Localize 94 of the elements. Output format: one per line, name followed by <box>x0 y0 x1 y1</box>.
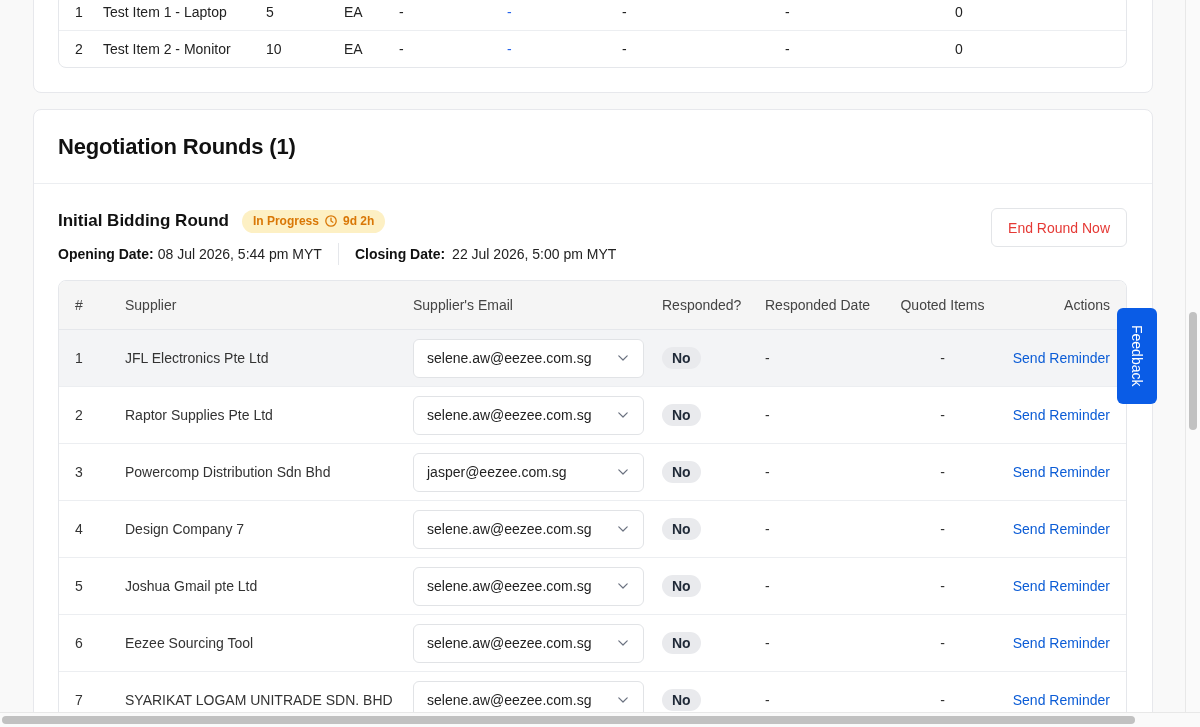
scrollbar-thumb[interactable] <box>1189 312 1197 430</box>
response-tag: No <box>662 575 701 597</box>
table-cell: 5 <box>266 4 274 20</box>
table-cell: Powercomp Distribution Sdn Bhd <box>125 464 331 480</box>
chevron-down-icon <box>618 583 628 589</box>
response-tag: No <box>662 689 701 711</box>
table-cell: Design Company 7 <box>125 521 245 537</box>
table-cell: 3 <box>75 464 83 480</box>
table-cell: Raptor Supplies Pte Ltd <box>125 407 273 423</box>
table-cell: - <box>940 578 945 594</box>
table-cell: - <box>765 692 770 708</box>
table-cell: EA <box>344 41 363 57</box>
closing-date-label: Closing Date: <box>354 246 446 262</box>
response-tag: No <box>662 347 701 369</box>
email-select[interactable]: selene.aw@eezee.com.sg <box>413 338 644 378</box>
column-header: Responded? <box>662 297 742 313</box>
table-cell: Joshua Gmail pte Ltd <box>125 578 258 594</box>
table-cell: - <box>940 350 945 366</box>
table-cell: - <box>765 464 770 480</box>
chevron-down-icon <box>618 697 628 703</box>
table-link[interactable]: - <box>507 4 512 20</box>
send-reminder-link[interactable]: Send Reminder <box>1012 521 1110 537</box>
table-cell: 2 <box>75 407 83 423</box>
chevron-down-icon <box>618 526 628 532</box>
clock-icon <box>324 215 337 227</box>
table-cell: Test Item 2 - Monitor <box>103 41 231 57</box>
table-cell: 2 <box>75 41 83 57</box>
response-tag: No <box>662 632 701 654</box>
table-cell: - <box>765 635 770 651</box>
opening-date-label: Opening Date: <box>58 246 154 262</box>
table-cell: 6 <box>75 635 83 651</box>
time-left: 9d 2h <box>342 214 375 228</box>
email-select[interactable]: selene.aw@eezee.com.sg <box>413 680 644 712</box>
chevron-down-icon <box>618 355 628 361</box>
table-cell: 0 <box>955 4 963 20</box>
column-header: # <box>75 297 83 313</box>
status-label: In Progress <box>252 214 319 228</box>
table-cell: - <box>765 350 770 366</box>
email-select[interactable]: selene.aw@eezee.com.sg <box>413 623 644 663</box>
closing-date-value: 22 Jul 2026, 5:00 pm MYT <box>452 246 617 262</box>
response-tag: No <box>662 461 701 483</box>
column-header: Actions <box>1064 297 1110 313</box>
table-cell: JFL Electronics Pte Ltd <box>125 350 269 366</box>
table-cell: - <box>765 521 770 537</box>
scrollbar-thumb[interactable] <box>2 716 1135 724</box>
email-select[interactable]: selene.aw@eezee.com.sg <box>413 566 644 606</box>
round-title: Initial Bidding Round <box>58 211 229 231</box>
send-reminder-link[interactable]: Send Reminder <box>1012 635 1110 651</box>
table-link[interactable]: - <box>507 41 512 57</box>
section-title: Negotiation Rounds (1) <box>58 134 297 160</box>
send-reminder-link[interactable]: Send Reminder <box>1012 578 1110 594</box>
send-reminder-link[interactable]: Send Reminder <box>1012 464 1110 480</box>
column-header: Supplier's Email <box>413 297 513 313</box>
response-tag: No <box>662 518 701 540</box>
table-cell: - <box>940 521 945 537</box>
table-cell: - <box>622 4 627 20</box>
table-cell: 0 <box>955 41 963 57</box>
table-cell: 10 <box>266 41 282 57</box>
table-cell: - <box>785 4 790 20</box>
email-select[interactable]: selene.aw@eezee.com.sg <box>413 509 644 549</box>
table-cell: SYARIKAT LOGAM UNITRADE SDN. BHD <box>125 692 393 708</box>
table-cell: 7 <box>75 692 83 708</box>
table-cell: Test Item 1 - Laptop <box>103 4 227 20</box>
table-cell: - <box>940 407 945 423</box>
end-round-button[interactable]: End Round Now <box>991 208 1127 247</box>
table-cell: - <box>622 41 627 57</box>
table-cell: 5 <box>75 578 83 594</box>
table-cell: - <box>940 635 945 651</box>
table-cell: - <box>940 464 945 480</box>
column-header: Responded Date <box>765 297 871 313</box>
chevron-down-icon <box>618 412 628 418</box>
table-cell: 1 <box>75 350 83 366</box>
email-select[interactable]: selene.aw@eezee.com.sg <box>413 395 644 435</box>
table-cell: - <box>785 41 790 57</box>
column-header: Supplier <box>125 297 177 313</box>
table-cell: 4 <box>75 521 83 537</box>
response-tag: No <box>662 404 701 426</box>
chevron-down-icon <box>618 469 628 475</box>
table-cell: - <box>765 578 770 594</box>
send-reminder-link[interactable]: Send Reminder <box>1012 350 1110 366</box>
send-reminder-link[interactable]: Send Reminder <box>1012 407 1110 423</box>
chevron-down-icon <box>618 640 628 646</box>
table-cell: - <box>399 41 404 57</box>
table-cell: 1 <box>75 4 83 20</box>
table-cell: Eezee Sourcing Tool <box>125 635 254 651</box>
table-cell: - <box>940 692 945 708</box>
table-cell: - <box>399 4 404 20</box>
column-header: Quoted Items <box>900 297 985 313</box>
table-cell: - <box>765 407 770 423</box>
feedback-button[interactable]: Feedback <box>1117 308 1157 404</box>
opening-date-value: 08 Jul 2026, 5:44 pm MYT <box>157 246 322 262</box>
send-reminder-link[interactable]: Send Reminder <box>1012 692 1110 708</box>
email-select[interactable]: jasper@eezee.com.sg <box>413 452 644 492</box>
table-cell: EA <box>344 4 363 20</box>
